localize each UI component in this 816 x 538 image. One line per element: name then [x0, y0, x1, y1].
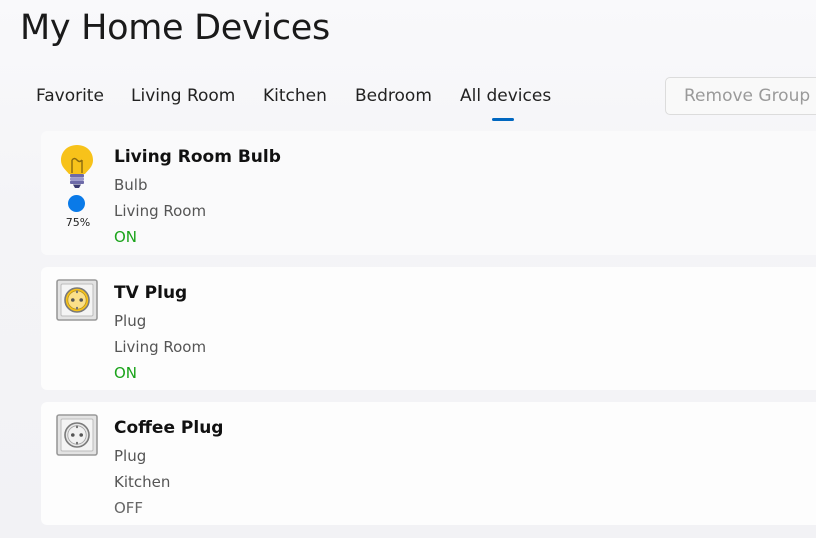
device-type: Plug — [114, 447, 147, 465]
tab-all-devices[interactable]: All devices — [460, 86, 551, 106]
tab-bedroom[interactable]: Bedroom — [355, 86, 432, 106]
device-room: Living Room — [114, 338, 207, 356]
device-status: ON — [114, 364, 138, 382]
device-status: ON — [114, 228, 138, 246]
device-status: OFF — [114, 499, 144, 517]
plug-off-icon — [56, 414, 98, 456]
device-card-living-room-bulb[interactable]: 75% Living Room Bulb Bulb Living Room ON — [41, 131, 816, 255]
device-card-coffee-plug[interactable]: Coffee Plug Plug Kitchen OFF — [41, 402, 816, 525]
device-room: Kitchen — [114, 473, 171, 491]
device-type: Plug — [114, 312, 147, 330]
tab-living-room[interactable]: Living Room — [131, 86, 235, 106]
device-name: Coffee Plug — [114, 418, 224, 438]
device-card-tv-plug[interactable]: TV Plug Plug Living Room ON — [41, 267, 816, 390]
remove-group-button[interactable]: Remove Group — [665, 77, 816, 115]
bulb-icon — [61, 145, 93, 188]
plug-on-icon — [56, 279, 98, 321]
tab-favorite[interactable]: Favorite — [36, 86, 104, 106]
selected-tab-indicator — [492, 118, 514, 121]
brightness-label: 75% — [65, 216, 91, 229]
device-type: Bulb — [114, 176, 148, 194]
brightness-indicator — [68, 195, 85, 212]
page-title: My Home Devices — [20, 8, 330, 48]
device-name: Living Room Bulb — [114, 147, 281, 167]
device-room: Living Room — [114, 202, 207, 220]
device-name: TV Plug — [114, 283, 188, 303]
tab-kitchen[interactable]: Kitchen — [263, 86, 327, 106]
